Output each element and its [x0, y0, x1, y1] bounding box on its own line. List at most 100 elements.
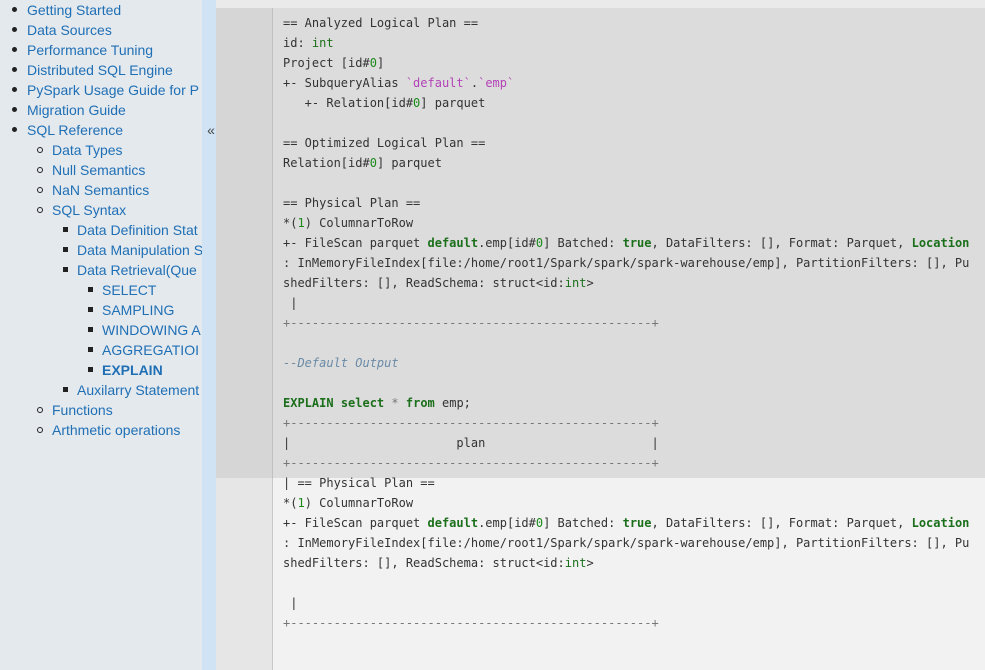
- code-block: == Analyzed Logical Plan == id: int Projec…: [283, 13, 969, 633]
- list-bullet-icon: [12, 107, 17, 112]
- code-line: == Analyzed Logical Plan ==: [283, 16, 479, 30]
- code-line: +---------------------------------------…: [283, 316, 659, 330]
- sidebar-item-sampling[interactable]: SAMPLING: [0, 300, 202, 320]
- list-bullet-icon: [88, 367, 93, 372]
- sidebar-item-label: AGGREGATIOI: [102, 342, 199, 358]
- list-bullet-icon: [12, 127, 17, 132]
- sidebar-item-data-manipulation-s[interactable]: Data Manipulation S: [0, 240, 202, 260]
- code-line: +---------------------------------------…: [283, 416, 659, 430]
- list-bullet-icon: [37, 167, 43, 173]
- code-line: +---------------------------------------…: [283, 456, 659, 470]
- sidebar-item-functions[interactable]: Functions: [0, 400, 202, 420]
- code-gutter-highlight: [216, 0, 273, 478]
- code-line: *(1) ColumnarToRow: [283, 216, 414, 230]
- list-bullet-icon: [12, 67, 17, 72]
- list-bullet-icon: [12, 47, 17, 52]
- code-line: *(1) ColumnarToRow: [283, 496, 414, 510]
- code-line: | == Physical Plan ==: [283, 476, 435, 490]
- list-bullet-icon: [88, 347, 93, 352]
- code-line: id: int: [283, 36, 334, 50]
- sidebar-item-sql-reference[interactable]: SQL Reference: [0, 120, 202, 140]
- code-line: | plan |: [283, 436, 659, 450]
- list-bullet-icon: [88, 307, 93, 312]
- sidebar-item-arthmetic-operations[interactable]: Arthmetic operations: [0, 420, 202, 440]
- code-line: |: [283, 296, 298, 310]
- sidebar-item-label: Null Semantics: [52, 162, 146, 178]
- sidebar-item-migration-guide[interactable]: Migration Guide: [0, 100, 202, 120]
- sidebar-item-label: Data Definition Stat: [77, 222, 198, 238]
- list-bullet-icon: [37, 207, 43, 213]
- sidebar-item-aggregatioi[interactable]: AGGREGATIOI: [0, 340, 202, 360]
- sidebar-item-data-sources[interactable]: Data Sources: [0, 20, 202, 40]
- sidebar-item-label: Data Retrieval(Que: [77, 262, 197, 278]
- sidebar-item-auxilarry-statement[interactable]: Auxilarry Statement: [0, 380, 202, 400]
- code-line: +---------------------------------------…: [283, 616, 659, 630]
- code-line: EXPLAIN select * from emp;: [283, 396, 471, 410]
- list-bullet-icon: [88, 327, 93, 332]
- sidebar-item-sql-syntax[interactable]: SQL Syntax: [0, 200, 202, 220]
- code-line: == Optimized Logical Plan ==: [283, 136, 486, 150]
- list-bullet-icon: [37, 147, 43, 153]
- code-line: == Physical Plan ==: [283, 196, 421, 210]
- sidebar-item-select[interactable]: SELECT: [0, 280, 202, 300]
- code-line: ​: [283, 113, 969, 133]
- sidebar-item-label: Arthmetic operations: [52, 422, 181, 438]
- code-line: shedFilters: [], ReadSchema: struct<id:i…: [283, 276, 594, 290]
- list-bullet-icon: [37, 427, 43, 433]
- sidebar-item-label: WINDOWING A: [102, 322, 201, 338]
- sidebar-item-label: SQL Reference: [27, 122, 123, 138]
- code-line: +- FileScan parquet default.emp[id#0] Ba…: [283, 236, 970, 250]
- sidebar-item-label: Performance Tuning: [27, 42, 154, 58]
- sidebar-item-label: Functions: [52, 402, 113, 418]
- sidebar-item-label: SQL Syntax: [52, 202, 127, 218]
- sidebar-item-windowing-a[interactable]: WINDOWING A: [0, 320, 202, 340]
- sidebar-item-label: SELECT: [102, 282, 157, 298]
- code-line: +- FileScan parquet default.emp[id#0] Ba…: [283, 516, 970, 530]
- code-line: --Default Output: [283, 356, 399, 370]
- sidebar-item-distributed-sql-engine[interactable]: Distributed SQL Engine: [0, 60, 202, 80]
- list-bullet-icon: [12, 27, 17, 32]
- code-line: : InMemoryFileIndex[file:/home/root1/Spa…: [283, 536, 970, 550]
- sidebar-item-label: EXPLAIN: [102, 362, 163, 378]
- code-line: +- Relation[id#0] parquet: [283, 96, 486, 110]
- sidebar-item-label: Migration Guide: [27, 102, 126, 118]
- list-bullet-icon: [63, 227, 68, 232]
- sidebar-item-label: Data Types: [52, 142, 123, 158]
- sidebar-item-data-types[interactable]: Data Types: [0, 140, 202, 160]
- list-bullet-icon: [63, 247, 68, 252]
- list-bullet-icon: [63, 267, 68, 272]
- list-bullet-icon: [12, 7, 17, 12]
- sidebar-item-label: SAMPLING: [102, 302, 175, 318]
- sidebar-item-label: Data Sources: [27, 22, 112, 38]
- sidebar-item-label: Auxilarry Statement: [77, 382, 200, 398]
- sidebar-item-getting-started[interactable]: Getting Started: [0, 0, 202, 20]
- list-bullet-icon: [37, 187, 43, 193]
- code-line: Project [id#0]: [283, 56, 385, 70]
- sidebar-item-label: NaN Semantics: [52, 182, 150, 198]
- list-bullet-icon: [12, 87, 17, 92]
- sidebar-item-label: Distributed SQL Engine: [27, 62, 173, 78]
- sidebar-item-nan-semantics[interactable]: NaN Semantics: [0, 180, 202, 200]
- code-line: : InMemoryFileIndex[file:/home/root1/Spa…: [283, 256, 970, 270]
- sidebar-item-data-retrieval-que[interactable]: Data Retrieval(Que: [0, 260, 202, 280]
- code-line: ​: [283, 333, 969, 353]
- sidebar-item-data-definition-stat[interactable]: Data Definition Stat: [0, 220, 202, 240]
- sidebar-item-performance-tuning[interactable]: Performance Tuning: [0, 40, 202, 60]
- sidebar-item-label: Getting Started: [27, 2, 122, 18]
- sidebar-item-null-semantics[interactable]: Null Semantics: [0, 160, 202, 180]
- list-bullet-icon: [63, 387, 68, 392]
- code-line: ​: [283, 373, 969, 393]
- sidebar-item-pyspark-usage-guide-for-p[interactable]: PySpark Usage Guide for P: [0, 80, 202, 100]
- code-line: |: [283, 596, 298, 610]
- list-bullet-icon: [88, 287, 93, 292]
- list-bullet-icon: [37, 407, 43, 413]
- code-line: +- SubqueryAlias `default`.`emp`: [283, 76, 515, 90]
- sidebar-nav: Getting Started Data Sources Performance T…: [0, 0, 202, 670]
- code-line: shedFilters: [], ReadSchema: struct<id:i…: [283, 556, 594, 570]
- sidebar-item-explain[interactable]: EXPLAIN: [0, 360, 202, 380]
- code-line: ​: [283, 173, 969, 193]
- sidebar-collapse-strip[interactable]: [202, 0, 216, 670]
- sidebar-item-label: PySpark Usage Guide for P: [27, 82, 199, 98]
- code-line: ​: [283, 573, 969, 593]
- content-top-edge: [216, 0, 985, 8]
